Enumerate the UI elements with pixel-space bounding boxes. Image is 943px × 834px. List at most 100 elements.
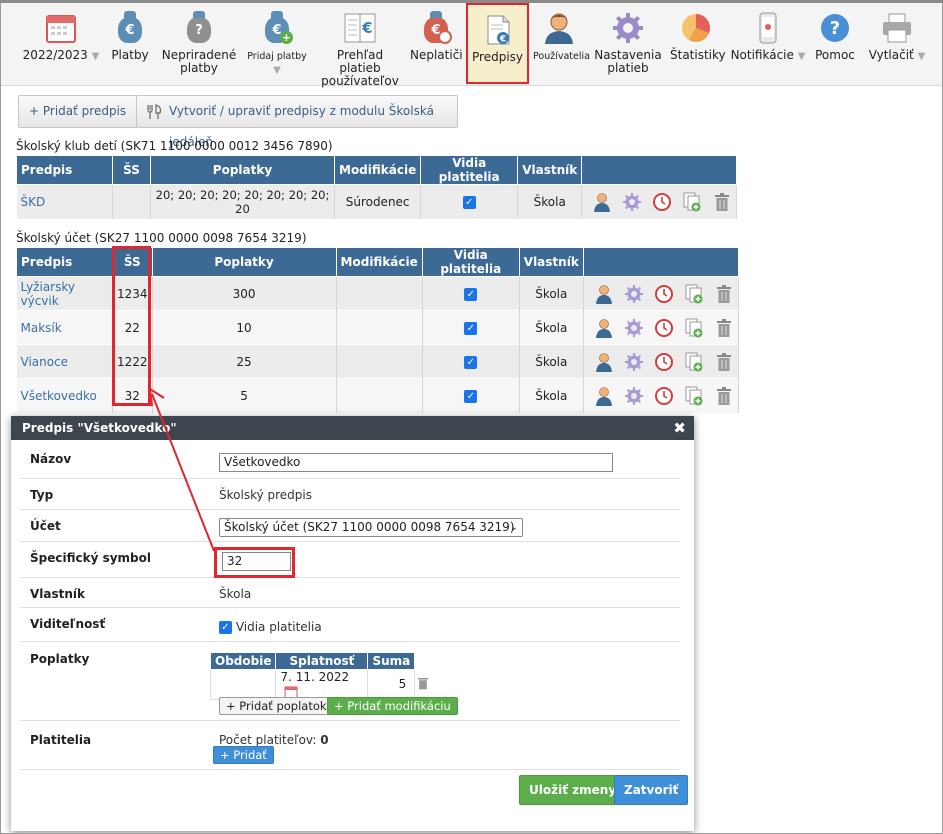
ledger-icon: € bbox=[344, 13, 376, 43]
cutlery-icon bbox=[147, 104, 162, 119]
add-payments-button[interactable]: € + Pridaj platby ▼ bbox=[242, 3, 312, 83]
notifications-button[interactable]: Notifikácie ▼ bbox=[729, 3, 807, 83]
history-icon[interactable] bbox=[654, 284, 674, 304]
col-visible: Vidia platitelia bbox=[420, 155, 519, 185]
settings-label-1: Nastavenia bbox=[594, 48, 662, 62]
predpis-link[interactable]: Maksík bbox=[16, 310, 113, 345]
copy-add-icon[interactable] bbox=[684, 318, 704, 338]
owner-cell: Škola bbox=[519, 344, 584, 379]
history-icon[interactable] bbox=[654, 386, 674, 406]
money-bag-question-icon: ? bbox=[182, 11, 216, 45]
payment-settings-button[interactable]: Nastavenia platieb bbox=[592, 3, 664, 83]
visible-checkbox[interactable]: ✓ bbox=[462, 195, 476, 209]
nonpayers-button[interactable]: € Neplatiči bbox=[410, 3, 463, 83]
school-section-title: Školský účet (SK27 1100 0000 0098 7654 3… bbox=[16, 231, 307, 245]
copy-add-icon[interactable] bbox=[684, 284, 704, 304]
user-icon[interactable] bbox=[594, 284, 614, 304]
gear-icon[interactable] bbox=[624, 284, 644, 304]
predpis-link[interactable]: Všetkovedko bbox=[16, 378, 113, 413]
help-icon: ? bbox=[821, 14, 849, 42]
user-icon[interactable] bbox=[594, 318, 614, 338]
close-icon[interactable]: ✖ bbox=[673, 416, 686, 440]
period-cell[interactable] bbox=[209, 669, 277, 700]
fees-cell: 25 bbox=[152, 344, 337, 379]
actions-cell bbox=[581, 184, 738, 219]
visibility-field: ✓ Vidia platitelia bbox=[219, 620, 322, 634]
due-date: 7. 11. 2022 bbox=[280, 670, 350, 684]
history-icon[interactable] bbox=[652, 192, 672, 212]
printer-icon bbox=[883, 13, 911, 43]
mods-cell bbox=[336, 344, 423, 379]
money-bag-icon: € bbox=[113, 11, 147, 45]
fees-cell: 300 bbox=[152, 276, 337, 311]
add-predpis-button[interactable]: + Pridať predpis bbox=[18, 95, 138, 128]
help-button[interactable]: ? Pomoc bbox=[812, 3, 858, 83]
overview-label-1: Prehľad platieb bbox=[336, 48, 384, 75]
visible-cell: ✓ bbox=[422, 276, 520, 311]
trash-icon[interactable] bbox=[714, 318, 734, 338]
actions-cell bbox=[583, 310, 739, 345]
gear-icon[interactable] bbox=[624, 352, 644, 372]
overview-label-2: používateľov bbox=[321, 74, 399, 88]
col-owner: Vlastník bbox=[518, 247, 584, 277]
statistics-button[interactable]: Štatistiky bbox=[670, 3, 726, 83]
close-button[interactable]: Zatvoriť bbox=[614, 775, 689, 805]
gear-icon[interactable] bbox=[624, 318, 644, 338]
visible-checkbox[interactable]: ✓ bbox=[464, 389, 478, 403]
svg-text:?: ? bbox=[830, 18, 840, 39]
copy-add-icon[interactable] bbox=[684, 352, 704, 372]
due-cell[interactable]: 7. 11. 2022 bbox=[275, 669, 369, 700]
account-select[interactable]: Školský účet (SK27 1100 0000 0098 7654 3… bbox=[219, 518, 523, 537]
visibility-checkbox[interactable]: ✓ bbox=[219, 621, 232, 634]
document-euro-icon: € bbox=[487, 15, 509, 45]
owner-cell: Škola bbox=[519, 310, 584, 345]
visible-checkbox[interactable]: ✓ bbox=[464, 321, 478, 335]
owner-label: Vlastník bbox=[30, 587, 86, 601]
predpis-link[interactable]: Lyžiarsky výcvik bbox=[16, 276, 113, 311]
trash-icon[interactable] bbox=[714, 386, 734, 406]
history-icon[interactable] bbox=[654, 318, 674, 338]
predpis-link[interactable]: ŠKD bbox=[16, 184, 113, 219]
add-payer-button[interactable]: + Pridať bbox=[213, 746, 274, 764]
visible-checkbox[interactable]: ✓ bbox=[464, 355, 478, 369]
overview-button[interactable]: € Prehľad platieb používateľov bbox=[316, 3, 404, 88]
owner-cell: Škola bbox=[519, 378, 584, 413]
payers-label: Platitelia bbox=[30, 733, 92, 747]
gear-icon[interactable] bbox=[624, 386, 644, 406]
print-button[interactable]: Vytlačiť ▼ bbox=[864, 3, 930, 83]
predpis-link[interactable]: Vianoce bbox=[16, 344, 113, 379]
payments-button[interactable]: € Platby bbox=[106, 3, 154, 83]
save-button[interactable]: Uložiť zmeny bbox=[519, 775, 627, 805]
col-due: Splatnosť bbox=[275, 652, 369, 670]
copy-add-icon[interactable] bbox=[684, 386, 704, 406]
nonpayers-label: Neplatiči bbox=[410, 48, 463, 62]
col-ss: ŠS bbox=[112, 155, 151, 185]
trash-icon[interactable] bbox=[714, 352, 734, 372]
club-table: Predpis ŠS Poplatky Modifikácie Vidia pl… bbox=[16, 155, 738, 219]
add-fee-button[interactable]: + Pridať poplatok bbox=[219, 697, 334, 715]
trash-icon[interactable] bbox=[712, 192, 732, 212]
history-icon[interactable] bbox=[654, 352, 674, 372]
copy-add-icon[interactable] bbox=[682, 192, 702, 212]
users-button[interactable]: Používatelia bbox=[533, 3, 590, 83]
predpisy-tab[interactable]: € Predpisy bbox=[466, 3, 529, 84]
gear-icon[interactable] bbox=[622, 192, 642, 212]
type-value: Školský predpis bbox=[219, 488, 312, 502]
predpisy-label: Predpisy bbox=[472, 50, 523, 64]
jedalen-button[interactable]: Vytvoriť / upraviť predpisy z modulu Ško… bbox=[136, 95, 458, 149]
year-selector[interactable]: 2022/2023 ▼ bbox=[22, 3, 100, 83]
user-icon[interactable] bbox=[594, 386, 614, 406]
trash-icon[interactable] bbox=[714, 284, 734, 304]
add-modification-button[interactable]: + Pridať modifikáciu bbox=[327, 697, 458, 715]
name-input[interactable]: Všetkovedko bbox=[219, 453, 613, 472]
account-row: Účet Školský účet (SK27 1100 0000 0098 7… bbox=[20, 510, 680, 542]
visible-cell: ✓ bbox=[422, 378, 520, 413]
sum-cell[interactable]: 5 bbox=[367, 669, 416, 700]
user-icon[interactable] bbox=[594, 352, 614, 372]
owner-value: Škola bbox=[219, 587, 252, 601]
fees-cell: 20; 20; 20; 20; 20; 20; 20; 20; 20 bbox=[150, 184, 335, 219]
unassigned-payments-button[interactable]: ? Nepriradené platby bbox=[160, 3, 238, 83]
user-icon[interactable] bbox=[592, 192, 612, 212]
trash-icon[interactable] bbox=[416, 676, 430, 690]
visible-checkbox[interactable]: ✓ bbox=[464, 287, 478, 301]
